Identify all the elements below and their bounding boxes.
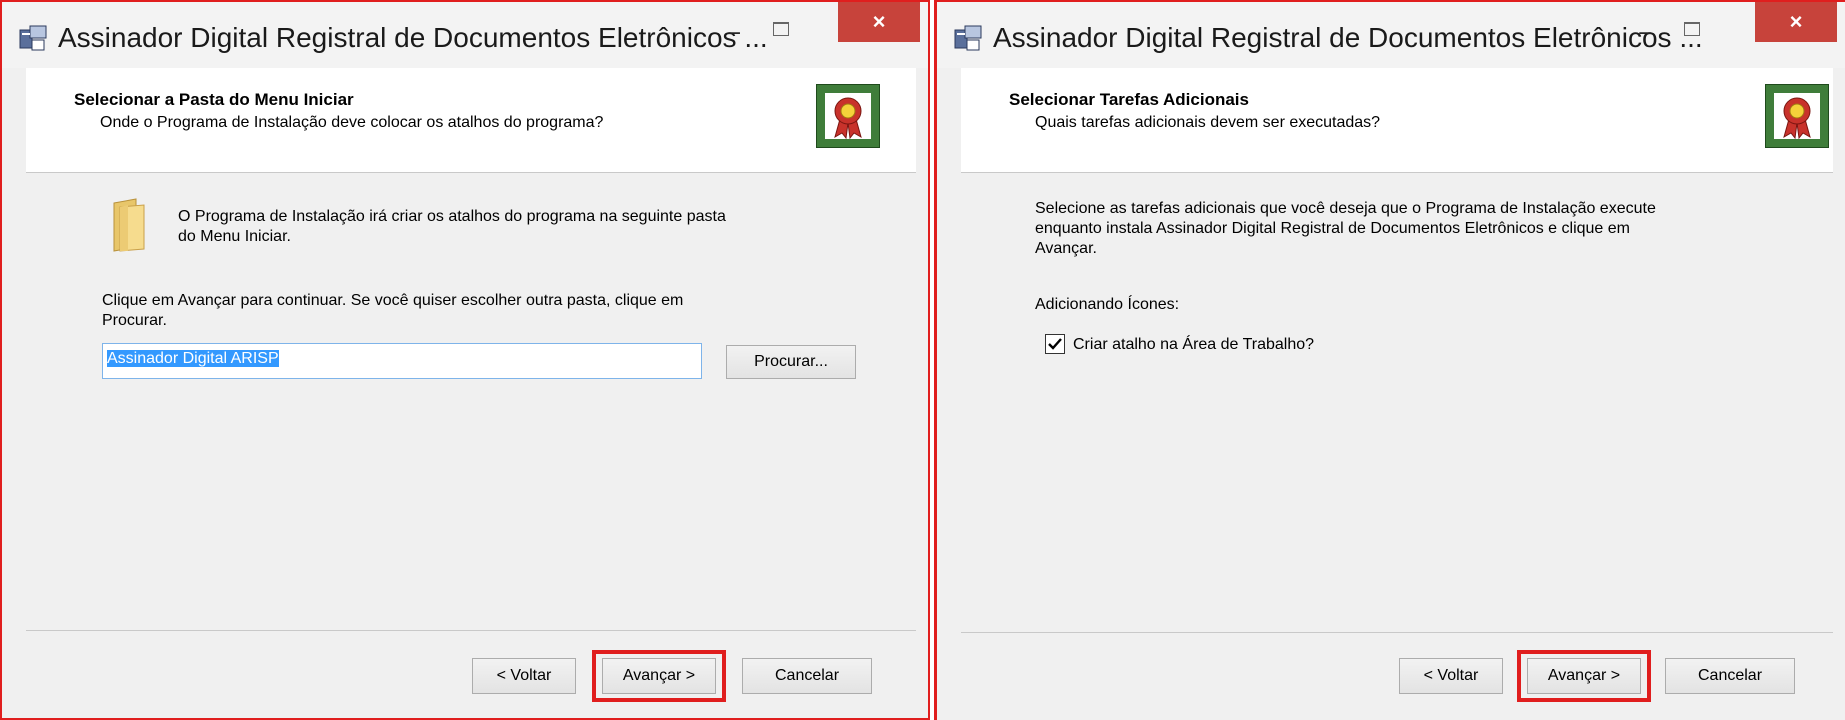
next-button-highlight	[1517, 650, 1651, 702]
wizard-header: Selecionar a Pasta do Menu Iniciar Onde …	[26, 68, 916, 173]
info-text-line-2: do Menu Iniciar.	[178, 228, 291, 245]
info-text-line-1: O Programa de Instalação irá criar os at…	[178, 208, 726, 225]
award-ribbon-icon	[1765, 84, 1829, 148]
back-button[interactable]: < Voltar	[472, 658, 576, 694]
maximize-button[interactable]	[762, 14, 798, 50]
page-title: Selecionar a Pasta do Menu Iniciar	[74, 90, 354, 109]
wizard-content: Selecione as tarefas adicionais que você…	[961, 173, 1833, 632]
minimize-button[interactable]: −	[1627, 16, 1663, 52]
page-subtitle: Onde o Programa de Instalação deve coloc…	[100, 114, 604, 131]
footer-divider	[961, 632, 1833, 633]
close-button[interactable]: ×	[1755, 2, 1837, 42]
setup-window-start-menu: Assinador Digital Registral de Documento…	[0, 0, 930, 720]
close-button[interactable]: ×	[838, 2, 920, 42]
setup-window-additional-tasks: Assinador Digital Registral de Documento…	[934, 0, 1845, 720]
footer-divider	[26, 630, 916, 631]
award-ribbon-icon	[816, 84, 880, 148]
folder-icon	[113, 198, 145, 252]
page-subtitle: Quais tarefas adicionais devem ser execu…	[1035, 114, 1381, 131]
window-title: Assinador Digital Registral de Documento…	[58, 22, 768, 53]
checkmark-icon	[1048, 338, 1062, 350]
instruction-text-line-1: Clique em Avançar para continuar. Se voc…	[102, 292, 684, 309]
instruction-text-line-2: Procurar.	[102, 312, 167, 329]
start-menu-folder-input[interactable]: Assinador Digital ARISP	[102, 343, 702, 379]
description-line-3: Avançar.	[1035, 240, 1097, 257]
next-button-highlight	[592, 650, 726, 702]
maximize-button[interactable]	[1673, 14, 1709, 50]
wizard-content: O Programa de Instalação irá criar os at…	[26, 173, 916, 630]
selected-folder-text: Assinador Digital ARISP	[107, 350, 279, 367]
title-bar[interactable]: Assinador Digital Registral de Documento…	[937, 2, 1845, 68]
installer-app-icon	[19, 25, 47, 51]
desktop-shortcut-checkbox[interactable]	[1045, 334, 1065, 354]
checkbox-label[interactable]: Criar atalho na Área de Trabalho?	[1073, 335, 1314, 354]
cancel-button[interactable]: Cancelar	[742, 658, 872, 694]
browse-button[interactable]: Procurar...	[726, 345, 856, 379]
page-title: Selecionar Tarefas Adicionais	[1009, 90, 1249, 109]
cancel-button[interactable]: Cancelar	[1665, 658, 1795, 694]
title-bar[interactable]: Assinador Digital Registral de Documento…	[2, 2, 928, 68]
description-line-2: enquanto instala Assinador Digital Regis…	[1035, 220, 1630, 237]
back-button[interactable]: < Voltar	[1399, 658, 1503, 694]
description-line-1: Selecione as tarefas adicionais que você…	[1035, 200, 1656, 217]
wizard-header: Selecionar Tarefas Adicionais Quais tare…	[961, 68, 1833, 173]
group-label: Adicionando Ícones:	[1035, 296, 1180, 313]
minimize-button[interactable]: −	[716, 16, 752, 52]
installer-app-icon	[954, 25, 982, 51]
window-title: Assinador Digital Registral de Documento…	[993, 22, 1703, 53]
